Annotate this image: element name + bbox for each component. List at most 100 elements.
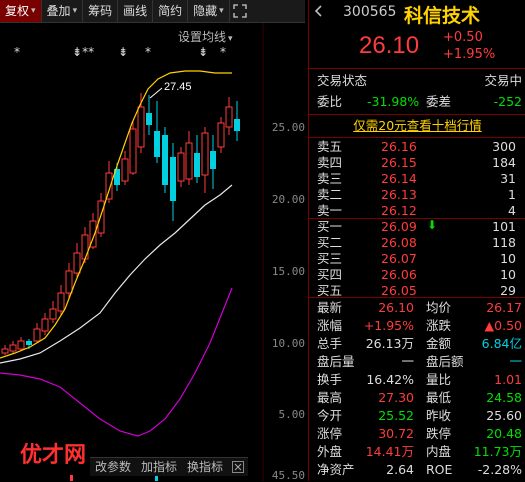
bid-row: 买四 26.06 10 bbox=[309, 267, 525, 283]
stat-row: 外盘 14.41万 内盘 11.73万 bbox=[309, 443, 525, 461]
stat-value: -2.28% bbox=[477, 462, 522, 477]
stat-label: 换手 bbox=[317, 372, 343, 387]
toolbar-label: 简约 bbox=[158, 4, 183, 18]
down-arrow-icon: ⬇ bbox=[427, 218, 438, 232]
candle-body bbox=[225, 106, 233, 128]
ask-row: 卖三 26.14 31 bbox=[309, 171, 525, 187]
stat-value: 25.60 bbox=[486, 408, 522, 423]
ask-row: 卖四 26.15 184 bbox=[309, 155, 525, 171]
stat-row: 换手 16.42% 量比 1.01 bbox=[309, 371, 525, 389]
stat-value: 16.42% bbox=[366, 372, 414, 387]
stat-label: 最新 bbox=[317, 300, 343, 315]
ask-row: 卖二 26.13 1 bbox=[309, 187, 525, 203]
promo-link[interactable]: 仅需20元查看十档行情 bbox=[353, 118, 481, 133]
candle-body bbox=[57, 292, 65, 312]
toolbar-chips-button[interactable]: 筹码 bbox=[83, 0, 119, 22]
fullscreen-button[interactable] bbox=[230, 0, 250, 22]
stat-row: 涨停 30.72 跌停 20.48 bbox=[309, 425, 525, 443]
ma-line-purple bbox=[0, 287, 233, 437]
bid-row: 买二 26.08 118 bbox=[309, 235, 525, 251]
trade-status-value: 交易中 bbox=[484, 73, 522, 88]
candle-body bbox=[201, 132, 209, 176]
ask-volume: 300 bbox=[492, 139, 516, 154]
collapse-panel-button[interactable] bbox=[313, 4, 325, 22]
stat-label: 盘后额 bbox=[426, 354, 464, 369]
ask-row: 卖五 26.16 300 bbox=[309, 139, 525, 155]
bid-price: 26.07 bbox=[381, 251, 417, 266]
divider bbox=[309, 297, 525, 298]
stat-value: +1.95% bbox=[363, 318, 414, 333]
stat-label: 最低 bbox=[426, 390, 452, 405]
trade-status-row: 交易状态 交易中 bbox=[309, 71, 525, 91]
ask-volume: 184 bbox=[492, 155, 516, 170]
stat-label: 内盘 bbox=[426, 444, 452, 459]
bid-label: 买三 bbox=[317, 251, 343, 266]
watermark-logo: 优才网 bbox=[20, 442, 87, 468]
stat-label: 金额 bbox=[426, 336, 452, 351]
candle-body bbox=[185, 142, 193, 180]
stat-label: 总手 bbox=[317, 336, 343, 351]
divider bbox=[309, 137, 525, 138]
stat-label: 昨收 bbox=[426, 408, 452, 423]
stat-label: ROE bbox=[426, 462, 453, 477]
edit-params-button[interactable]: 改参数 bbox=[90, 458, 136, 476]
chart-toolbar: 复权 ▾ 叠加 ▾ 筹码 画线 简约 隐藏 ▾ bbox=[0, 0, 305, 23]
bid-price: 26.08 bbox=[381, 235, 417, 250]
indicator-toolbar: 改参数 加指标 换指标 bbox=[90, 457, 249, 476]
stat-value: 1.01 bbox=[494, 372, 522, 387]
weicha-value: -252 bbox=[493, 94, 522, 109]
toolbar-fuquan-button[interactable]: 复权 ▾ bbox=[0, 0, 42, 22]
chevron-down-icon: ▾ bbox=[72, 6, 78, 16]
candle-body bbox=[97, 200, 105, 234]
volume-bar bbox=[70, 475, 73, 481]
stat-label: 涨停 bbox=[317, 426, 343, 441]
toolbar-simple-button[interactable]: 简约 bbox=[153, 0, 189, 22]
candle-body bbox=[210, 151, 216, 169]
toolbar-draw-button[interactable]: 画线 bbox=[118, 0, 154, 22]
price-tick: 10.00 bbox=[271, 337, 305, 350]
candle-body bbox=[81, 234, 89, 260]
bid-volume: 10 bbox=[500, 251, 516, 266]
stat-label: 均价 bbox=[426, 300, 452, 315]
bid-price: 26.09 bbox=[381, 219, 417, 234]
candle-body bbox=[73, 252, 81, 274]
stat-label: 今开 bbox=[317, 408, 343, 423]
ask-price: 26.12 bbox=[381, 203, 417, 218]
stock-code: 300565 bbox=[343, 4, 397, 20]
candle-body bbox=[170, 157, 176, 201]
toolbar-label: 筹码 bbox=[88, 4, 113, 18]
stat-row: 盘后量一盘后额一 bbox=[309, 353, 525, 371]
ask-label: 卖五 bbox=[317, 139, 343, 154]
bid-label: 买一 bbox=[317, 219, 343, 234]
kline-chart[interactable]: 设置均线 ▾ * ⇟** ⇟ * ⇟ * 27.45 25.00 20.00 15… bbox=[0, 23, 305, 482]
bid-volume: 101 bbox=[492, 219, 516, 234]
volume-axis-value: 45.50 bbox=[271, 469, 305, 482]
toolbar-overlay-button[interactable]: 叠加 ▾ bbox=[42, 0, 84, 22]
bid-row: 买一 26.09 101 bbox=[309, 219, 525, 235]
stat-label: 量比 bbox=[426, 372, 452, 387]
price-change-pct: +1.95% bbox=[443, 47, 496, 62]
chevron-down-icon: ▾ bbox=[31, 6, 36, 16]
bid-label: 买四 bbox=[317, 267, 343, 282]
ask-volume: 31 bbox=[500, 171, 516, 186]
add-indicator-button[interactable]: 加指标 bbox=[136, 458, 182, 476]
candle-body bbox=[9, 344, 17, 352]
candle-body bbox=[49, 308, 57, 320]
bid-row: 买三 26.07 10 bbox=[309, 251, 525, 267]
toolbar-label: 隐藏 bbox=[193, 4, 218, 18]
candle-body bbox=[137, 106, 145, 148]
stat-row: 今开 25.52 昨收 25.60 bbox=[309, 407, 525, 425]
change-indicator-button[interactable]: 换指标 bbox=[182, 458, 228, 476]
close-icon bbox=[232, 460, 245, 473]
divider bbox=[309, 68, 525, 69]
close-indicator-button[interactable] bbox=[228, 458, 248, 476]
stat-value: 20.48 bbox=[486, 426, 522, 441]
stat-label: 最高 bbox=[317, 390, 343, 405]
stat-row: 最高 27.30 最低 24.58 bbox=[309, 389, 525, 407]
candle-body bbox=[33, 328, 41, 342]
toolbar-hide-button[interactable]: 隐藏 ▾ bbox=[188, 0, 230, 22]
ask-price: 26.15 bbox=[381, 155, 417, 170]
price-change: +0.50 bbox=[443, 30, 483, 45]
stat-value: 25.52 bbox=[378, 408, 414, 423]
promo-row: 仅需20元查看十档行情 bbox=[309, 116, 525, 136]
